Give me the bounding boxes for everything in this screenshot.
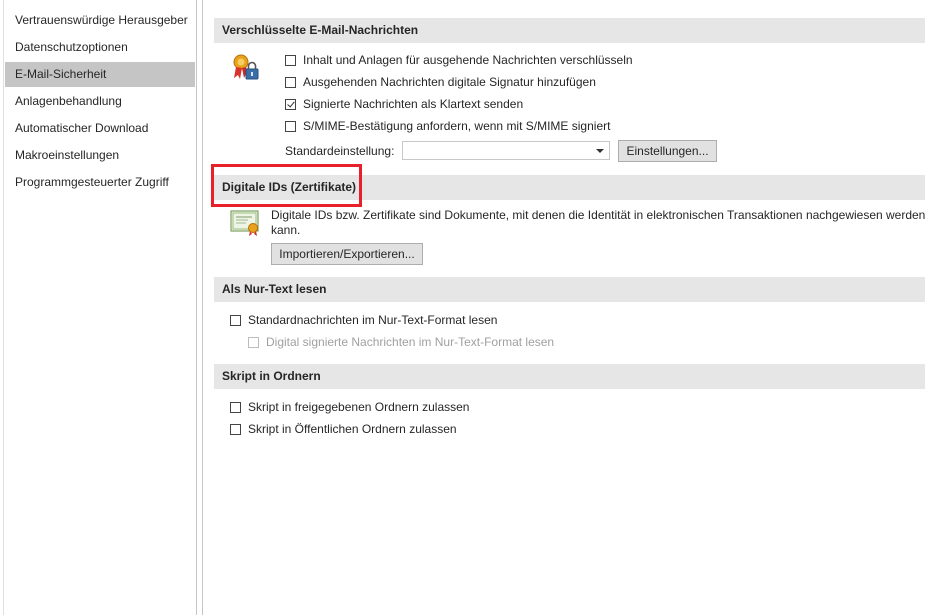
send-clear-text-label: Signierte Nachrichten als Klartext sende… [303, 97, 524, 111]
settings-button[interactable]: Einstellungen... [618, 140, 717, 162]
script-public-folders-label: Skript in Öffentlichen Ordnern zulassen [248, 422, 457, 436]
import-export-button[interactable]: Importieren/Exportieren... [271, 243, 423, 265]
option-script-shared-folders[interactable]: Skript in freigegebenen Ordnern zulassen [230, 398, 469, 416]
read-signed-plain-text-checkbox [248, 336, 259, 348]
smime-receipt-checkbox[interactable] [285, 120, 296, 132]
default-setting-dropdown[interactable] [402, 141, 610, 160]
read-plain-text-checkbox[interactable] [230, 314, 241, 326]
email-security-panel: Verschlüsselte E-Mail-Nachrichten Inhalt… [202, 0, 941, 615]
read-signed-plain-text-label: Digital signierte Nachrichten im Nur-Tex… [266, 335, 555, 349]
option-read-signed-plain-text: Digital signierte Nachrichten im Nur-Tex… [248, 333, 554, 351]
option-read-plain-text[interactable]: Standardnachrichten im Nur-Text-Format l… [230, 311, 497, 329]
sidebar-item-attachment-handling[interactable]: Anlagenbehandlung [5, 89, 195, 114]
sidebar-item-automatic-download[interactable]: Automatischer Download [5, 116, 195, 141]
add-digital-signature-checkbox[interactable] [285, 76, 296, 88]
add-digital-signature-label: Ausgehenden Nachrichten digitale Signatu… [303, 75, 596, 89]
section-header-plain-text: Als Nur-Text lesen [214, 277, 925, 302]
send-clear-text-checkbox[interactable] [285, 98, 296, 110]
sidebar-item-programmatic-access[interactable]: Programmgesteuerter Zugriff [5, 170, 195, 195]
chevron-down-icon [596, 149, 604, 153]
encrypt-content-label: Inhalt und Anlagen für ausgehende Nachri… [303, 53, 633, 67]
script-shared-folders-checkbox[interactable] [230, 401, 241, 413]
sidebar-item-email-security[interactable]: E-Mail-Sicherheit [5, 62, 195, 87]
sidebar-item-macro-settings[interactable]: Makroeinstellungen [5, 143, 195, 168]
option-send-clear-text[interactable]: Signierte Nachrichten als Klartext sende… [285, 95, 523, 113]
highlight-box [211, 164, 362, 207]
option-script-public-folders[interactable]: Skript in Öffentlichen Ordnern zulassen [230, 420, 457, 438]
script-shared-folders-label: Skript in freigegebenen Ordnern zulassen [248, 400, 470, 414]
option-smime-receipt[interactable]: S/MIME-Bestätigung anfordern, wenn mit S… [285, 117, 610, 135]
option-encrypt-content[interactable]: Inhalt und Anlagen für ausgehende Nachri… [285, 51, 633, 69]
script-public-folders-checkbox[interactable] [230, 423, 241, 435]
option-add-digital-signature[interactable]: Ausgehenden Nachrichten digitale Signatu… [285, 73, 596, 91]
section-header-script-in-folders: Skript in Ordnern [214, 364, 925, 389]
sidebar-item-privacy-options[interactable]: Datenschutzoptionen [5, 35, 195, 60]
certificate-lock-icon [230, 51, 262, 83]
digital-ids-description: Digitale IDs bzw. Zertifikate sind Dokum… [271, 208, 926, 237]
certificate-icon [230, 209, 262, 237]
trust-center-sidebar: Vertrauenswürdige Herausgeber Datenschut… [3, 0, 197, 615]
smime-receipt-label: S/MIME-Bestätigung anfordern, wenn mit S… [303, 119, 611, 133]
encrypt-content-checkbox[interactable] [285, 54, 296, 66]
section-header-encrypted-email: Verschlüsselte E-Mail-Nachrichten [214, 18, 925, 43]
read-plain-text-label: Standardnachrichten im Nur-Text-Format l… [248, 313, 498, 327]
sidebar-item-trusted-publishers[interactable]: Vertrauenswürdige Herausgeber [5, 8, 195, 33]
default-setting-label: Standardeinstellung: [285, 144, 395, 158]
